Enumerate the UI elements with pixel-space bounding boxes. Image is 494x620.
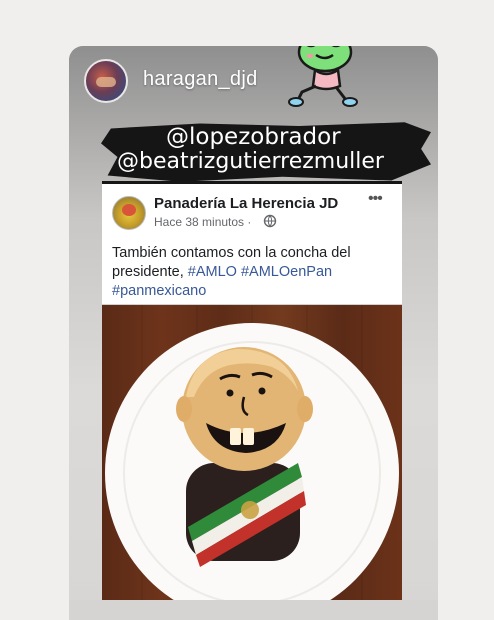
story-username[interactable]: haragan_djd: [143, 68, 258, 91]
frog-sticker-icon: [288, 46, 358, 107]
post-text: También contamos con la concha del presi…: [112, 244, 392, 301]
concha-bread-illustration: [105, 305, 399, 600]
mention-tag-lopezobrador[interactable]: @lopezobrador: [166, 124, 341, 150]
post-photo[interactable]: [102, 305, 402, 600]
page-avatar[interactable]: [112, 196, 146, 230]
hashtag-panmexicano[interactable]: #panmexicano: [112, 283, 206, 299]
story-frame: haragan_djd @lopezobrador @beatrizgutier…: [69, 46, 438, 620]
hashtag-amlo[interactable]: #AMLO: [188, 264, 237, 280]
post-timestamp[interactable]: Hace 38 minutos ·: [154, 215, 251, 229]
mention-tag-beatriz[interactable]: @beatrizgutierrezmuller: [117, 149, 384, 174]
globe-icon: [263, 214, 277, 228]
story-user-avatar[interactable]: [84, 59, 128, 103]
ellipsis-icon[interactable]: •••: [368, 190, 383, 208]
page-name[interactable]: Panadería La Herencia JD: [154, 195, 338, 212]
hashtag-amloenpan[interactable]: #AMLOenPan: [241, 264, 332, 280]
story-bottom: [69, 600, 438, 620]
facebook-post-card: Panadería La Herencia JD Hace 38 minutos…: [102, 181, 402, 304]
